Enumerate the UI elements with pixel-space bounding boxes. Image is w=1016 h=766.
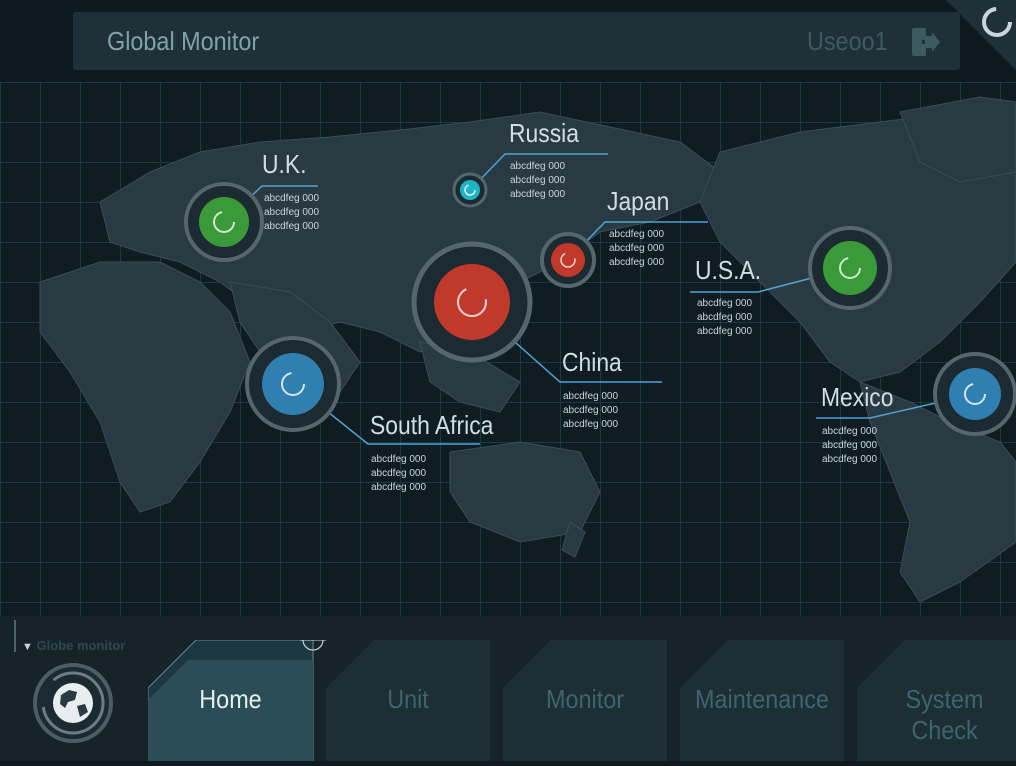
marker-details-russia: abcdfeg 000 abcdfeg 000 abcdfeg 000: [510, 160, 565, 202]
page-title: Global Monitor: [107, 26, 260, 56]
tab-unit-label: Unit: [387, 684, 429, 714]
marker-label-japan: Japan: [607, 186, 670, 216]
marker-details-south-africa: abcdfeg 000 abcdfeg 000 abcdfeg 000: [371, 453, 426, 495]
marker-label-south-africa: South Africa: [370, 410, 494, 440]
marker-detail-line: abcdfeg 000: [510, 189, 566, 200]
marker-detail-line: abcdfeg 000: [264, 193, 320, 204]
marker-detail-line: abcdfeg 000: [264, 221, 320, 232]
marker-label-mexico: Mexico: [821, 382, 894, 412]
marker-details-china: abcdfeg 000 abcdfeg 000 abcdfeg 000: [563, 390, 618, 432]
marker-detail-line: abcdfeg 000: [822, 426, 878, 437]
marker-detail-line: abcdfeg 000: [822, 440, 878, 451]
marker-detail-line: abcdfeg 000: [264, 207, 320, 218]
chevron-down-icon: ▼: [22, 641, 33, 653]
globe-monitor-text: Globe monitor: [36, 638, 126, 653]
marker-detail-line: abcdfeg 000: [371, 454, 427, 465]
marker-detail-line: abcdfeg 000: [510, 175, 566, 186]
globe-icon[interactable]: [32, 662, 114, 749]
loading-indicator-icon: [946, 0, 1016, 70]
tab-maintenance-label: Maintenance: [694, 684, 829, 714]
marker-detail-line: abcdfeg 000: [371, 482, 427, 493]
marker-china[interactable]: [411, 241, 533, 363]
marker-details-mexico: abcdfeg 000 abcdfeg 000 abcdfeg 000: [822, 425, 877, 467]
globe-monitor-label[interactable]: ▼ Globe monitor: [22, 638, 125, 653]
marker-detail-line: abcdfeg 000: [609, 229, 665, 240]
tab-home-label: Home: [199, 684, 262, 714]
marker-details-japan: abcdfeg 000 abcdfeg 000 abcdfeg 000: [609, 228, 664, 270]
marker-detail-line: abcdfeg 000: [822, 454, 878, 465]
marker-detail-line: abcdfeg 000: [697, 312, 753, 323]
marker-detail-line: abcdfeg 000: [697, 298, 753, 309]
marker-label-uk: U.K.: [262, 149, 307, 179]
user-name[interactable]: Useoo1: [807, 26, 888, 57]
marker-mexico[interactable]: [933, 352, 1016, 436]
marker-detail-line: abcdfeg 000: [563, 419, 619, 430]
marker-usa[interactable]: [808, 226, 892, 310]
marker-detail-line: abcdfeg 000: [563, 405, 619, 416]
marker-details-uk: abcdfeg 000 abcdfeg 000 abcdfeg 000: [264, 192, 319, 234]
tab-home[interactable]: Home: [148, 640, 313, 761]
tab-monitor-label: Monitor: [545, 684, 625, 714]
tab-system-check-label: System Check: [905, 684, 984, 745]
marker-label-china: China: [562, 347, 622, 377]
marker-uk[interactable]: [184, 182, 264, 262]
world-map[interactable]: U.K. abcdfeg 000 abcdfeg 000 abcdfeg 000…: [0, 82, 1016, 616]
marker-russia[interactable]: [452, 172, 488, 208]
marker-label-russia: Russia: [509, 118, 579, 148]
divider: [14, 620, 16, 652]
marker-detail-line: abcdfeg 000: [510, 161, 566, 172]
logout-icon[interactable]: [910, 26, 942, 63]
marker-detail-line: abcdfeg 000: [371, 468, 427, 479]
marker-detail-line: abcdfeg 000: [563, 391, 619, 402]
header-bar: Global Monitor Useoo1: [73, 12, 960, 70]
marker-japan[interactable]: [540, 232, 596, 288]
marker-detail-line: abcdfeg 000: [697, 326, 753, 337]
marker-detail-line: abcdfeg 000: [609, 243, 665, 254]
marker-label-usa: U.S.A.: [695, 255, 762, 285]
marker-details-usa: abcdfeg 000 abcdfeg 000 abcdfeg 000: [697, 297, 752, 339]
marker-detail-line: abcdfeg 000: [609, 257, 665, 268]
marker-south-africa[interactable]: [245, 336, 341, 432]
